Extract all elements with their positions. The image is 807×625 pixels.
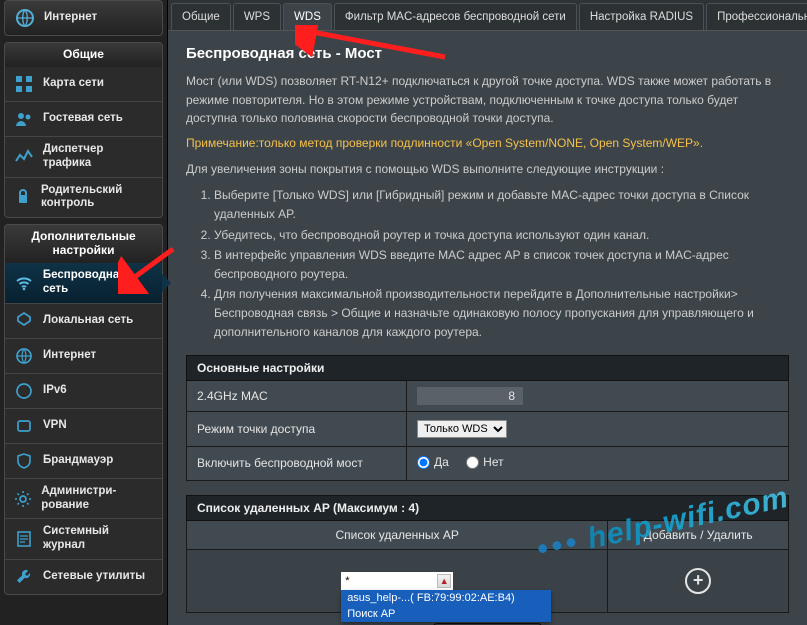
admin-icon	[13, 488, 33, 510]
main-panel: Общие WPS WDS Фильтр MAC-адресов беспров…	[168, 0, 807, 625]
sidebar-item-parental[interactable]: Родительский контроль	[5, 177, 162, 218]
ap-option[interactable]: asus_help-...( FB:79:99:02:AE:B4)	[341, 590, 551, 606]
row-label: Режим точки доступа	[187, 412, 407, 447]
sidebar-item-label: Интернет	[43, 349, 96, 363]
map-icon	[13, 73, 35, 95]
col-ap-header: Список удаленных AP	[187, 520, 608, 549]
step-item: Для получения максимальной производитель…	[214, 285, 789, 341]
step-item: Убедитесь, что беспроводной роутер и точ…	[214, 226, 789, 245]
guest-icon	[13, 108, 35, 130]
sidebar-item-traffic[interactable]: Диспетчер трафика	[5, 136, 162, 177]
sidebar-item-label: Сетевые утилиты	[43, 570, 145, 584]
sidebar-group-advanced: Дополнительные настройки Беспроводная се…	[4, 224, 163, 595]
row-value: 8	[407, 381, 789, 412]
sidebar: Интернет Общие Карта сети Гостевая сеть …	[0, 0, 168, 625]
table-row: 2.4GHz MAC 8	[187, 381, 789, 412]
sidebar-item-log[interactable]: Системный журнал	[5, 518, 162, 559]
ap-select[interactable]: * ▲ asus_help-...( FB:79:99:02:AE:B4) По…	[341, 572, 453, 590]
tab-professional[interactable]: Профессионально	[706, 3, 807, 30]
ap-select-box[interactable]: * ▲	[341, 572, 453, 590]
intro-text: Мост (или WDS) позволяет RT-N12+ подключ…	[186, 72, 789, 128]
sidebar-group-title: Общие	[5, 43, 162, 67]
tab-wds[interactable]: WDS	[283, 3, 332, 30]
parental-icon	[13, 186, 33, 208]
aplist-title: Список удаленных AP (Максимум : 4)	[187, 495, 789, 520]
sidebar-item-label: Диспетчер трафика	[43, 143, 154, 171]
tab-general[interactable]: Общие	[171, 3, 231, 30]
mac-value: 8	[417, 387, 523, 405]
content: Беспроводная сеть - Мост Мост (или WDS) …	[168, 31, 807, 625]
col-action-header: Добавить / Удалить	[608, 520, 789, 549]
sidebar-item-label: Системный журнал	[43, 525, 154, 553]
tools-icon	[13, 566, 35, 588]
row-label: Включить беспроводной мост	[187, 447, 407, 481]
table-row: Включить беспроводной мост Да Нет	[187, 447, 789, 481]
note-text: Примечание:только метод проверки подлинн…	[186, 136, 789, 150]
sidebar-item-label: Родительский контроль	[41, 184, 154, 212]
ap-select-cell: * ▲ asus_help-...( FB:79:99:02:AE:B4) По…	[187, 549, 608, 612]
firewall-icon	[13, 450, 35, 472]
ipv6-icon	[13, 380, 35, 402]
log-icon	[13, 528, 35, 550]
ap-option[interactable]: Поиск AP	[341, 606, 551, 622]
chevron-up-icon: ▲	[437, 574, 451, 588]
steps-list: Выберите [Только WDS] или [Гибридный] ре…	[214, 186, 789, 341]
sidebar-item-tools[interactable]: Сетевые утилиты	[5, 559, 162, 594]
tab-radius[interactable]: Настройка RADIUS	[579, 3, 704, 30]
ap-dropdown: asus_help-...( FB:79:99:02:AE:B4) Поиск …	[341, 590, 551, 622]
sidebar-item-lan[interactable]: Локальная сеть	[5, 303, 162, 338]
sidebar-item-internet[interactable]: Интернет	[5, 338, 162, 373]
row-value: Да Нет	[407, 447, 789, 481]
sidebar-group-general: Общие Карта сети Гостевая сеть Диспетчер…	[4, 42, 163, 218]
ap-mode-select[interactable]: Только WDS	[417, 420, 507, 438]
tab-wps[interactable]: WPS	[233, 3, 281, 30]
step-item: В интерфейс управления WDS введите MAC а…	[214, 246, 789, 283]
tab-bar: Общие WPS WDS Фильтр MAC-адресов беспров…	[168, 0, 807, 31]
sidebar-item-label: IPv6	[43, 384, 67, 398]
traffic-icon	[13, 146, 35, 168]
tab-macfilter[interactable]: Фильтр MAC-адресов беспроводной сети	[334, 3, 577, 30]
step-item: Выберите [Только WDS] или [Гибридный] ре…	[214, 186, 789, 223]
bridge-radio-yes[interactable]: Да	[417, 455, 449, 469]
remote-ap-table: Список удаленных AP (Максимум : 4) Списо…	[186, 495, 789, 613]
sidebar-item-admin[interactable]: Администри-рование	[5, 478, 162, 519]
radio-no[interactable]	[466, 456, 479, 469]
sidebar-item-internet-top[interactable]: Интернет	[8, 4, 159, 32]
wifi-icon	[13, 272, 35, 294]
sidebar-item-label: Интернет	[44, 11, 97, 25]
sidebar-group-title: Дополнительные настройки	[5, 225, 162, 263]
sidebar-item-label: VPN	[43, 419, 67, 433]
add-ap-button[interactable]: +	[685, 568, 711, 594]
table-row: Список удаленных AP Добавить / Удалить	[187, 520, 789, 549]
sidebar-item-wireless[interactable]: Беспроводная сеть	[5, 263, 162, 303]
sidebar-item-label: Беспроводная сеть	[43, 269, 154, 297]
sidebar-item-firewall[interactable]: Брандмауэр	[5, 443, 162, 478]
ap-action-cell: +	[608, 549, 789, 612]
sidebar-item-label: Гостевая сеть	[43, 112, 123, 126]
row-value: Только WDS	[407, 412, 789, 447]
globe-icon	[14, 7, 36, 29]
table-row: Режим точки доступа Только WDS	[187, 412, 789, 447]
table-row: * ▲ asus_help-...( FB:79:99:02:AE:B4) По…	[187, 549, 789, 612]
lan-icon	[13, 310, 35, 332]
sidebar-item-vpn[interactable]: VPN	[5, 408, 162, 443]
sidebar-item-map[interactable]: Карта сети	[5, 67, 162, 101]
sidebar-item-label: Администри-рование	[41, 485, 154, 513]
vpn-icon	[13, 415, 35, 437]
sidebar-item-label: Локальная сеть	[43, 314, 133, 328]
globe-icon	[13, 345, 35, 367]
bridge-radio-no[interactable]: Нет	[466, 455, 503, 469]
sidebar-item-guest[interactable]: Гостевая сеть	[5, 101, 162, 136]
row-label: 2.4GHz MAC	[187, 381, 407, 412]
ap-select-value: *	[345, 575, 349, 587]
sidebar-item-label: Брандмауэр	[43, 454, 113, 468]
basic-settings-table: Основные настройки 2.4GHz MAC 8 Режим то…	[186, 355, 789, 481]
sidebar-item-ipv6[interactable]: IPv6	[5, 373, 162, 408]
steps-lead: Для увеличения зоны покрытия с помощью W…	[186, 160, 789, 179]
page-title: Беспроводная сеть - Мост	[186, 45, 789, 62]
radio-yes[interactable]	[417, 456, 430, 469]
sidebar-top: Интернет	[4, 0, 163, 36]
sidebar-item-label: Карта сети	[43, 77, 104, 91]
table-section-title: Основные настройки	[187, 356, 789, 381]
